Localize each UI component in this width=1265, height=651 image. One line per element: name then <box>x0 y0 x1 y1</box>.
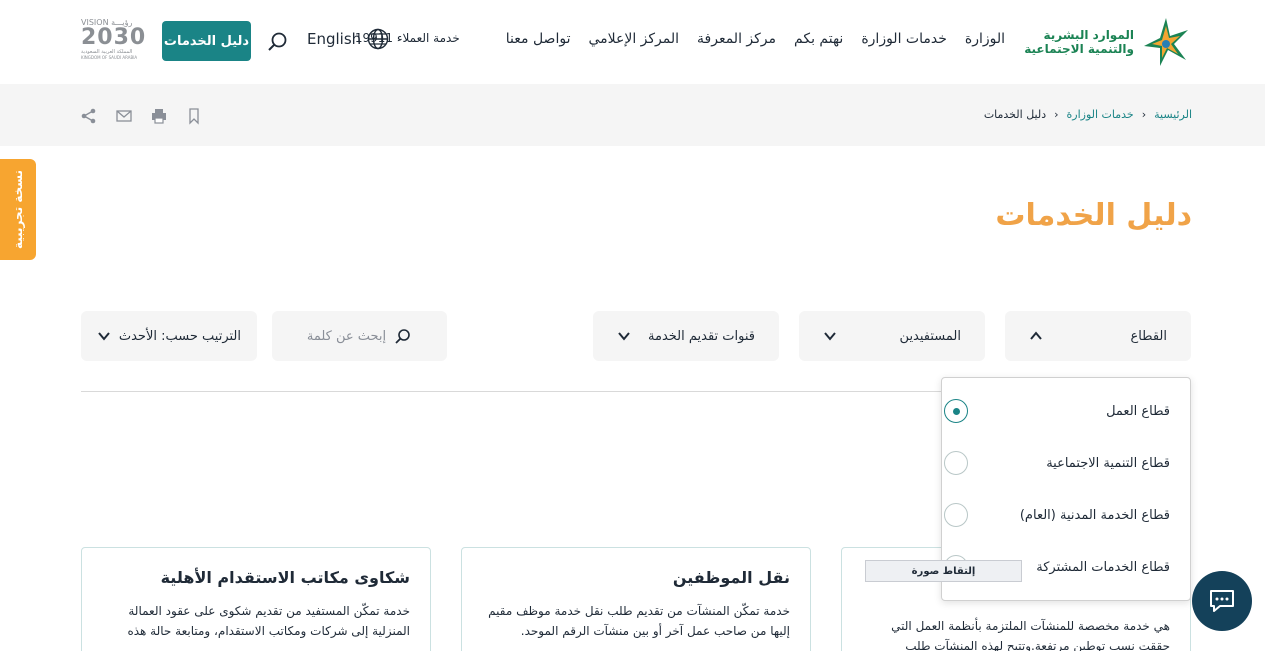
logo-line-2: والتنمية الاجتماعية <box>1024 42 1134 56</box>
services-guide-button[interactable]: دليل الخدمات <box>162 21 251 61</box>
chevron-left-icon: ‹ <box>1054 108 1059 121</box>
keyword-search-input[interactable]: إبحث عن كلمة <box>272 311 447 361</box>
main-nav: الوزارة خدمات الوزارة نهتم بكم مركز المع… <box>355 31 1005 47</box>
chat-icon <box>1210 590 1234 612</box>
service-card-desc: خدمة تمكّن المستفيد من تقديم شكوى على عق… <box>127 604 410 638</box>
screenshot-capture-chip[interactable]: إلتقاط صورة <box>865 560 1022 582</box>
radio-selected[interactable] <box>944 399 968 423</box>
sector-filter-label: القطاع <box>1130 328 1167 344</box>
chevron-up-icon <box>1030 331 1042 340</box>
language-switch[interactable]: English <box>307 28 389 50</box>
beta-label: نسخة تجريبية <box>11 169 25 250</box>
sector-filter[interactable]: القطاع <box>1005 311 1191 361</box>
service-card-desc: خدمة تمكّن المنشآت من تقديم طلب نقل خدمة… <box>488 604 790 638</box>
nav-contact[interactable]: تواصل معنا <box>506 31 571 47</box>
vision-2030-logo: VISION رؤيـــة 2030 المملكة العربية السع… <box>81 18 147 64</box>
search-placeholder: إبحث عن كلمة <box>306 328 387 344</box>
breadcrumb-home[interactable]: الرئيسية <box>1154 108 1192 121</box>
option-label: قطاع الخدمة المدنية (العام) <box>1019 507 1170 523</box>
sort-label: الترتيب حسب: الأحدث <box>118 328 241 344</box>
site-header: الموارد البشرية والتنمية الاجتماعية الوز… <box>0 0 1265 84</box>
sort-select[interactable]: الترتيب حسب: الأحدث <box>81 311 257 361</box>
ministry-logo[interactable]: الموارد البشرية والتنمية الاجتماعية <box>1022 14 1192 70</box>
page-tools <box>80 107 203 125</box>
chevron-left-icon: ‹ <box>1141 108 1147 121</box>
chevron-down-icon <box>824 332 836 341</box>
beneficiaries-filter[interactable]: المستفيدين <box>799 311 985 361</box>
vision-year: 2030 <box>81 25 147 50</box>
service-card-title: شكاوى مكاتب الاستقدام الأهلية <box>160 568 410 587</box>
sector-option-social[interactable]: قطاع التنمية الاجتماعية <box>944 448 1170 478</box>
breadcrumb-services[interactable]: خدمات الوزارة <box>1067 108 1134 121</box>
sector-option-labor[interactable]: قطاع العمل <box>944 396 1170 426</box>
beneficiaries-filter-label: المستفيدين <box>899 328 961 344</box>
service-card-desc: هي خدمة مخصصة للمنشآت الملتزمة بأنظمة ال… <box>891 619 1170 651</box>
nav-care[interactable]: نهتم بكم <box>794 31 843 47</box>
beta-version-tab[interactable]: نسخة تجريبية <box>0 159 36 260</box>
page-title: دليل الخدمات <box>995 198 1192 233</box>
breadcrumb: الرئيسية ‹ خدمات الوزارة ‹ دليل الخدمات <box>984 108 1192 121</box>
search-icon <box>395 329 410 344</box>
breadcrumb-current: دليل الخدمات <box>983 108 1047 121</box>
print-icon[interactable] <box>150 107 168 125</box>
option-label: قطاع التنمية الاجتماعية <box>1046 455 1170 471</box>
email-icon[interactable] <box>115 107 133 125</box>
service-card-title: نقل الموظفين <box>672 568 790 587</box>
nav-knowledge[interactable]: مركز المعرفة <box>697 31 776 47</box>
nav-services[interactable]: خدمات الوزارة <box>861 31 947 47</box>
search-icon[interactable] <box>266 30 290 54</box>
bookmark-icon[interactable] <box>185 107 203 125</box>
language-label: English <box>307 30 362 48</box>
share-icon[interactable] <box>80 107 98 125</box>
chevron-down-icon <box>618 332 630 341</box>
service-card[interactable]: نقل الموظفين خدمة تمكّن المنشآت من تقديم… <box>461 547 811 651</box>
chat-button[interactable] <box>1192 571 1252 631</box>
radio[interactable] <box>944 451 968 475</box>
sector-option-civil[interactable]: قطاع الخدمة المدنية (العام) <box>944 500 1170 530</box>
logo-star-icon <box>1144 18 1188 66</box>
radio[interactable] <box>944 503 968 527</box>
service-card[interactable]: شكاوى مكاتب الاستقدام الأهلية خدمة تمكّن… <box>81 547 431 651</box>
chevron-down-icon <box>98 332 110 341</box>
channels-filter-label: قنوات تقديم الخدمة <box>648 328 755 344</box>
logo-line-1: الموارد البشرية <box>1043 28 1134 42</box>
option-label: قطاع العمل <box>1106 403 1170 419</box>
nav-ministry[interactable]: الوزارة <box>965 31 1005 47</box>
globe-icon <box>367 28 389 50</box>
channels-filter[interactable]: قنوات تقديم الخدمة <box>593 311 779 361</box>
nav-media[interactable]: المركز الإعلامي <box>588 31 679 47</box>
vision-country: KINGDOM OF SAUDI ARABIA <box>81 55 138 60</box>
option-label: قطاع الخدمات المشتركة <box>1036 559 1170 575</box>
logo-text: الموارد البشرية والتنمية الاجتماعية <box>1024 28 1134 56</box>
